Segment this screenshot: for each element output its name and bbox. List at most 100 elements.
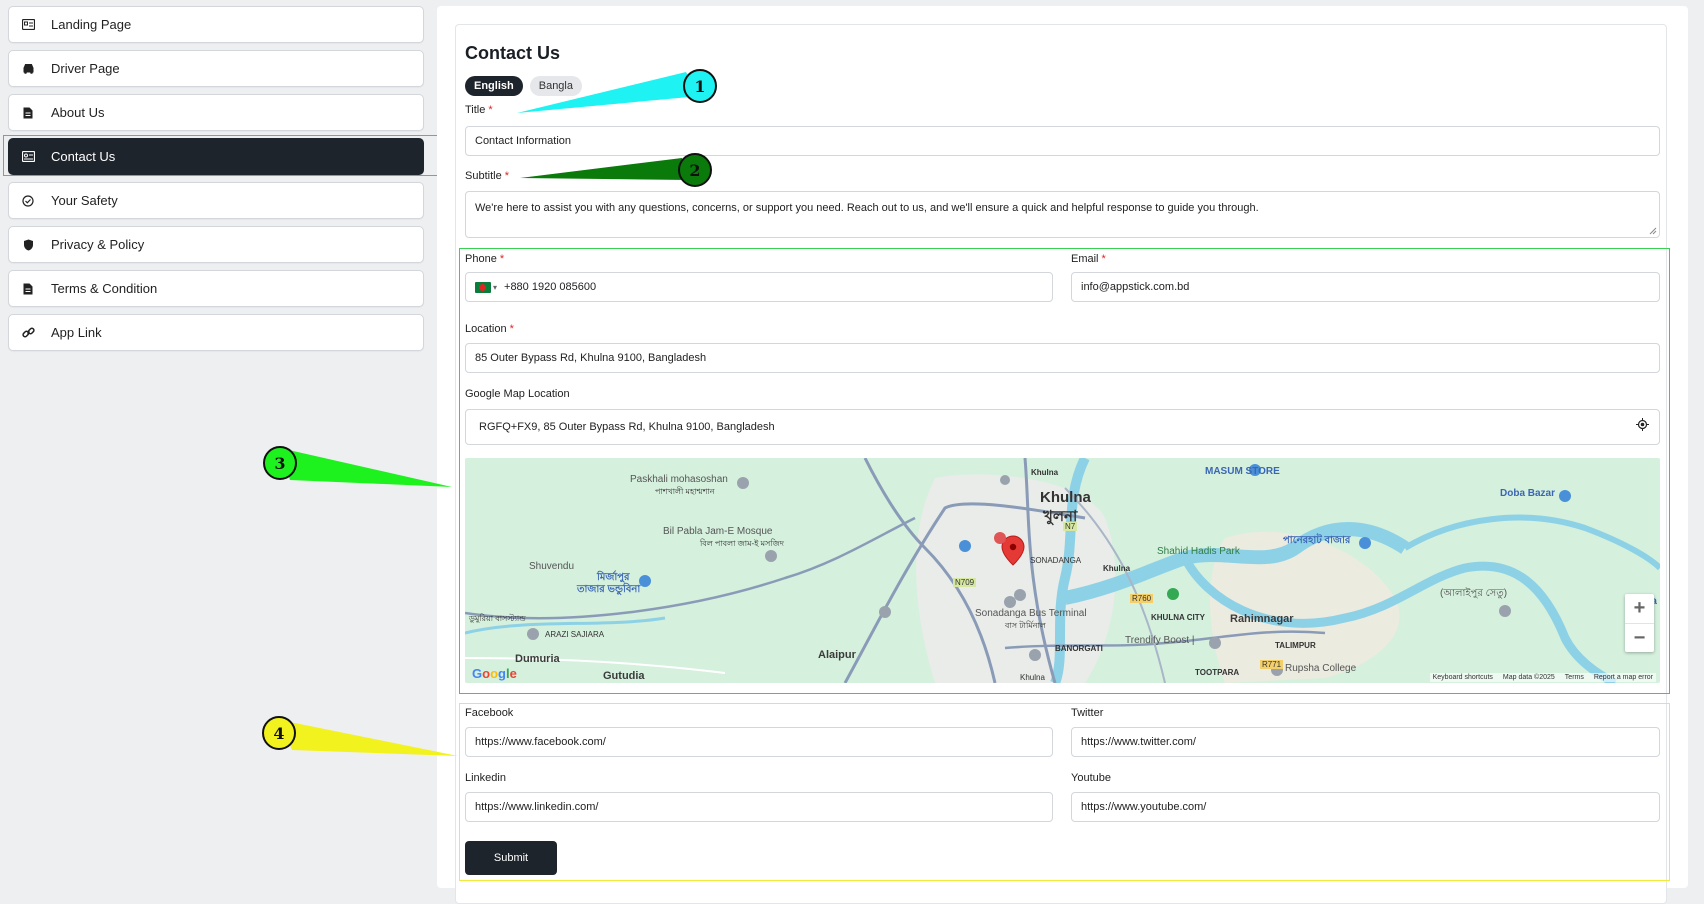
contact-card-icon [21,150,35,164]
youtube-label: Youtube [1071,772,1111,784]
map-attribution: Keyboard shortcuts Map data ©2025 Terms … [1429,673,1656,682]
sidebar-item-app-link[interactable]: App Link [8,314,424,351]
road-badge: N709 [953,578,977,587]
map-label: Doba Bazar [1500,488,1556,499]
terms-link[interactable]: Terms [1565,674,1584,681]
sidebar-item-label: App Link [51,325,102,340]
map-label: Gutudia [603,670,645,682]
youtube-input[interactable]: https://www.youtube.com/ [1071,792,1660,822]
location-input[interactable]: 85 Outer Bypass Rd, Khulna 9100, Banglad… [465,343,1660,373]
map-label: (আলাইপুর সেতু) [1440,588,1508,599]
facebook-label: Facebook [465,707,514,719]
road-badge: N7 [1063,522,1078,531]
map-label: Rupsha College [1285,663,1357,674]
sidebar-item-contact-us[interactable]: Contact Us [8,138,424,175]
sidebar-item-label: Contact Us [51,149,116,164]
phone-label: Phone * [465,253,505,265]
subtitle-label: Subtitle * [465,170,509,182]
map-label: Dumuria [515,653,560,665]
title-input[interactable]: Contact Information [465,126,1660,156]
location-label: Location * [465,323,514,335]
map-label: বিল পাবলা জাম-ই মসজিদ [700,539,784,548]
map-label: TALIMPUR [1275,641,1316,650]
sidebar-item-privacy-policy[interactable]: Privacy & Policy [8,226,424,263]
map-label: Khulna [1040,489,1091,506]
link-icon [21,326,35,340]
map-zoom-controls: + − [1625,594,1654,652]
shield-icon [21,238,35,252]
google-map[interactable]: Paskhali mohasoshan পাশখালী মহাশ্মশান Bi… [465,458,1660,683]
map-label: তাজার ভন্ডুবিনা [577,584,641,595]
map-label: TOOTPARA [1195,668,1240,677]
google-map-location-input[interactable]: RGFQ+FX9, 85 Outer Bypass Rd, Khulna 910… [465,409,1660,445]
map-label: Paskhali mohasoshan [630,474,728,485]
sidebar: Landing Page Driver Page About Us Contac… [8,6,424,358]
map-label: Rahimnagar [1230,613,1294,625]
zoom-out-button[interactable]: − [1625,623,1654,652]
map-label: ARAZI SAJIARA [545,630,605,639]
sidebar-item-label: Driver Page [51,61,120,76]
sidebar-item-label: Your Safety [51,193,118,208]
submit-button[interactable]: Submit [465,841,557,875]
map-label: Sonadanga Bus Terminal [975,608,1087,619]
country-flag-selector[interactable]: ▾ [475,281,498,293]
google-logo: Google [472,666,517,681]
map-label: পাশখালী মহাশ্মশান [655,487,715,496]
sidebar-item-your-safety[interactable]: Your Safety [8,182,424,219]
map-label: Khulna [1031,468,1059,477]
annotation-arrow-3 [280,448,452,487]
map-data-text: Map data ©2025 [1502,674,1555,681]
chevron-down-icon: ▾ [493,282,498,292]
map-label: পানেরহাট বাজার [1283,535,1351,546]
map-label: Trendify Boost | [1125,635,1195,646]
linkedin-input[interactable]: https://www.linkedin.com/ [465,792,1053,822]
sidebar-item-label: Terms & Condition [51,281,158,296]
language-tabs: English Bangla [465,76,582,96]
landing-icon [21,18,35,32]
email-label: Email * [1071,253,1106,265]
linkedin-label: Linkedin [465,772,506,784]
zoom-in-button[interactable]: + [1625,594,1654,623]
email-field[interactable]: info@appstick.com.bd [1071,272,1660,302]
report-map-error-link[interactable]: Report a map error [1594,674,1653,681]
sidebar-item-label: About Us [51,105,105,120]
map-label: Khulna [1020,673,1045,682]
document-icon [21,282,35,296]
google-map-location-label: Google Map Location [465,388,570,400]
road-badge: R771 [1260,660,1284,669]
phone-field[interactable]: ▾ +880 1920 085600 [465,272,1053,302]
sidebar-item-label: Landing Page [51,17,132,32]
document-icon [21,106,35,120]
annotation-badge-1: 1 [683,69,717,103]
map-label: বাস টার্মিনাল [1005,621,1046,630]
map-label: Alaipur [818,649,856,661]
annotation-arrow-4 [280,720,458,756]
sidebar-item-about-us[interactable]: About Us [8,94,424,131]
map-label: Bil Pabla Jam-E Mosque [663,526,773,537]
annotation-badge-3: 3 [263,446,297,480]
map-label: KHULNA CITY [1151,613,1205,622]
map-label: SONADANGA [1030,556,1082,565]
locate-me-icon[interactable] [1636,418,1649,431]
map-label: MASUM STORE [1205,466,1280,477]
sidebar-item-landing-page[interactable]: Landing Page [8,6,424,43]
subtitle-textarea[interactable]: We're here to assist you with any questi… [465,191,1660,238]
twitter-input[interactable]: https://www.twitter.com/ [1071,727,1660,757]
sidebar-item-terms-condition[interactable]: Terms & Condition [8,270,424,307]
twitter-label: Twitter [1071,707,1104,719]
car-icon [21,62,35,76]
facebook-input[interactable]: https://www.facebook.com/ [465,727,1053,757]
map-label: Shuvendu [529,561,575,572]
resize-handle-icon[interactable] [1649,227,1657,235]
map-label: ডুমুরিয়া বাসস্ট্যান্ড [469,614,526,623]
keyboard-shortcuts-link[interactable]: Keyboard shortcuts [1433,674,1493,681]
annotation-badge-2: 2 [678,153,712,187]
annotation-badge-4: 4 [262,716,296,750]
tab-english[interactable]: English [465,76,523,96]
shield-check-icon [21,194,35,208]
sidebar-item-driver-page[interactable]: Driver Page [8,50,424,87]
title-label: Title * [465,104,493,116]
map-label: Shahid Hadis Park [1157,546,1240,557]
sidebar-item-label: Privacy & Policy [51,237,145,252]
tab-bangla[interactable]: Bangla [529,76,582,96]
